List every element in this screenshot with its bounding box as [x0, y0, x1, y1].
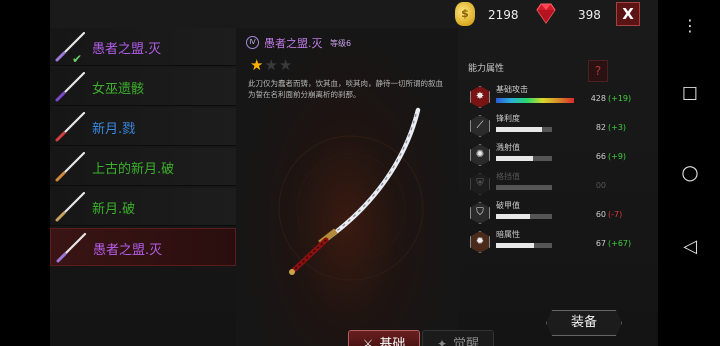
- sword-icon: [55, 71, 86, 102]
- weapon-list-item[interactable]: 上古的新月.破: [50, 148, 236, 186]
- stat-bar-fill: [496, 214, 530, 219]
- weapon-level: 等级6: [330, 39, 352, 48]
- katana-illustration: [278, 107, 424, 281]
- sword-icon: [56, 232, 87, 263]
- home-icon[interactable]: ○: [660, 160, 720, 184]
- recent-apps-icon[interactable]: ☐: [660, 84, 720, 105]
- splash-icon: ✺: [470, 144, 490, 166]
- top-bar: $ 2198 398 X: [50, 0, 658, 28]
- weapon-detail: Ⅳ 愚者之盟.灭 等级6 ★★★ 此刀仅为蠢者而铸，饮其血，啖其肉，静待一切所谓…: [236, 28, 494, 346]
- weapon-list-item[interactable]: 愚者之盟.灭: [50, 228, 236, 266]
- stat-row: ⟋ 锋利度 82 (+3): [470, 113, 650, 139]
- weapon-name: 新月.戮: [92, 122, 136, 137]
- stat-row: ⛉ 破甲值 60 (-7): [470, 200, 650, 226]
- awaken-tab-icon: ✦: [436, 337, 448, 346]
- stat-value: 67: [595, 239, 606, 248]
- stat-bar: [496, 243, 552, 248]
- stats-title: 能力属性: [468, 64, 505, 74]
- close-button[interactable]: X: [616, 2, 640, 26]
- sword-icon: [55, 31, 86, 62]
- stat-delta: (+19): [608, 94, 632, 103]
- stat-row: ✸ 基础攻击 428 (+19): [470, 84, 650, 110]
- stat-bar-fill: [496, 127, 542, 132]
- weapon-list-item[interactable]: 新月.破: [50, 188, 236, 226]
- sword-icon: [55, 111, 86, 142]
- equipped-check-icon: ✔: [72, 52, 83, 66]
- back-icon[interactable]: ◁: [660, 236, 720, 257]
- star-icon: ★: [250, 56, 265, 74]
- stat-delta: (+9): [608, 152, 627, 161]
- stat-name: 溅射值: [496, 143, 520, 152]
- weapon-list-item[interactable]: 新月.戮: [50, 108, 236, 146]
- tab-base[interactable]: ⚔ 基础: [348, 330, 420, 346]
- game-screen: $ 2198 398 X 愚者之盟.灭 ✔ 女巫遗骸 新月.戮 上古的新月.破 新月.破愚…: [0, 0, 720, 346]
- stat-bar: [496, 185, 552, 190]
- stat-value: 428: [590, 94, 606, 103]
- stat-name: 基础攻击: [496, 85, 528, 94]
- stat-delta: (+3): [608, 123, 627, 132]
- weapon-name: 女巫遗骸: [92, 82, 145, 97]
- stat-bar-fill: [496, 243, 534, 248]
- sharpness-icon: ⟋: [470, 115, 490, 137]
- stat-value: 82: [595, 123, 606, 132]
- stat-name: 格挡值: [496, 172, 520, 181]
- weapon-list-item[interactable]: 女巫遗骸: [50, 68, 236, 106]
- stat-bar: [496, 214, 552, 219]
- sword-tab-icon: ⚔: [362, 337, 374, 346]
- ruby-gem-icon: [536, 3, 556, 24]
- block-icon: ⛨: [470, 173, 490, 195]
- stat-delta: (+67): [608, 239, 632, 248]
- stat-bar-fill: [496, 98, 574, 103]
- stat-value: 00: [595, 181, 606, 190]
- equip-button[interactable]: 装备: [546, 310, 622, 336]
- tier-badge-icon: Ⅳ: [246, 36, 259, 49]
- help-icon[interactable]: ?: [588, 60, 608, 82]
- stat-value: 60: [595, 210, 606, 219]
- armor-break-icon: ⛉: [470, 202, 490, 224]
- stat-value: 66: [595, 152, 606, 161]
- weapon-name: 新月.破: [92, 202, 136, 217]
- gem-count: 398: [578, 8, 601, 22]
- star-rating: ★★★: [250, 56, 293, 74]
- stat-row: ✹ 暗属性 67 (+67): [470, 229, 650, 255]
- weapon-description: 此刀仅为蠢者而铸，饮其血，啖其肉，静待一切所谓的叙血为誓在名利面前分崩离析的刹那…: [248, 79, 443, 99]
- stat-row: ✺ 溅射值 66 (+9): [470, 142, 650, 168]
- weapon-list-item[interactable]: 愚者之盟.灭 ✔: [50, 28, 236, 66]
- stat-bar: [496, 98, 574, 103]
- sword-icon: [55, 191, 86, 222]
- sword-icon: [55, 151, 86, 182]
- tab-base-label: 基础: [379, 337, 406, 346]
- star-icon: ★: [264, 56, 279, 74]
- weapon-name: 愚者之盟.灭: [92, 42, 162, 57]
- stats-panel: 能力属性 ? ✸ 基础攻击 428 (+19) ⟋ 锋利度 82 (+3) ✺ 溅射值 66 (+9)…: [460, 28, 658, 346]
- attack-icon: ✸: [470, 86, 490, 108]
- menu-icon[interactable]: ⋮: [660, 16, 720, 35]
- dark-attribute-icon: ✹: [470, 231, 490, 253]
- stat-bar: [496, 127, 552, 132]
- stat-name: 暗属性: [496, 230, 520, 239]
- gold-coin-icon: $: [455, 2, 475, 26]
- stat-name: 锋利度: [496, 114, 520, 123]
- star-icon: ★: [278, 56, 294, 74]
- weapon-name: 上古的新月.破: [92, 162, 175, 177]
- stat-name: 破甲值: [496, 201, 520, 210]
- weapon-name: 愚者之盟.灭: [93, 243, 163, 258]
- left-black-bar: [0, 0, 50, 346]
- android-nav-bar: ⋮ ☐ ○ ◁: [660, 0, 720, 346]
- coin-count: 2198: [488, 8, 519, 22]
- stat-bar-fill: [496, 156, 533, 161]
- stat-delta: (-7): [608, 210, 623, 219]
- weapon-title: 愚者之盟.灭: [264, 37, 323, 50]
- weapon-panel: $ 2198 398 X 愚者之盟.灭 ✔ 女巫遗骸 新月.戮 上古的新月.破 新月.破愚…: [50, 0, 658, 346]
- weapon-list: 愚者之盟.灭 ✔ 女巫遗骸 新月.戮 上古的新月.破 新月.破 愚者之盟.灭: [50, 28, 236, 328]
- stat-row: ⛨ 格挡值 00: [470, 171, 650, 197]
- stat-bar: [496, 156, 552, 161]
